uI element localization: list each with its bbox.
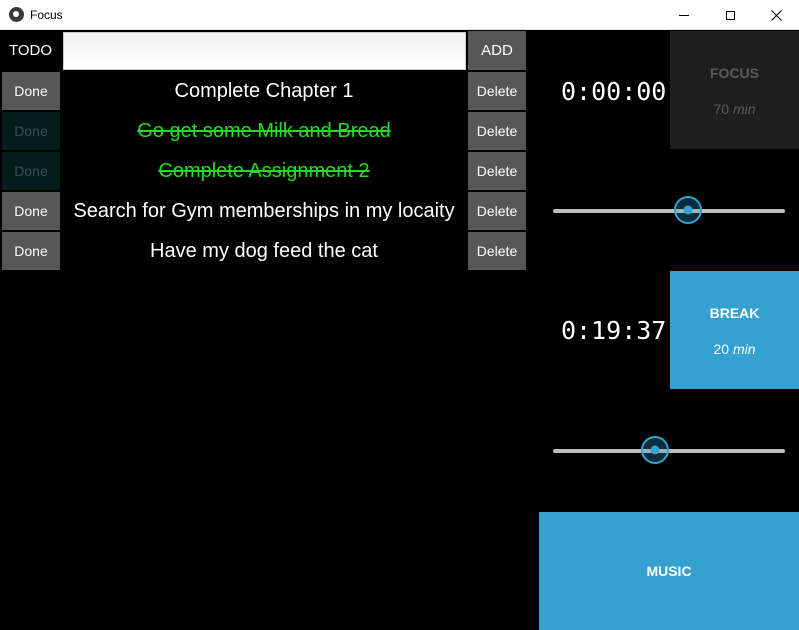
done-button[interactable]: Done (2, 192, 60, 230)
maximize-button[interactable] (707, 0, 753, 30)
close-icon (770, 9, 782, 21)
task-row: Done Go get some Milk and Bread Delete (0, 111, 530, 151)
done-button[interactable]: Done (2, 112, 60, 150)
done-button[interactable]: Done (2, 152, 60, 190)
break-minutes: 20 (713, 341, 730, 357)
break-slider-thumb[interactable] (641, 436, 670, 464)
music-button[interactable]: MUSIC (539, 512, 799, 630)
break-unit: min (732, 341, 756, 357)
task-row: Done Have my dog feed the cat Delete (0, 231, 530, 271)
break-duration: 20 min (670, 341, 799, 357)
app-logo-icon (9, 7, 24, 22)
focus-unit: min (732, 101, 756, 117)
focus-timer: 0:00:00 (561, 77, 667, 106)
add-button[interactable]: ADD (468, 31, 526, 70)
focus-slider-track (553, 209, 785, 213)
task-text: Complete Assignment 2 (158, 159, 370, 182)
todo-label: TODO (8, 42, 53, 59)
minimize-icon (679, 14, 689, 16)
break-button[interactable]: BREAK 20 min (670, 271, 799, 389)
break-title: BREAK (709, 305, 760, 321)
break-timer: 0:19:37 (561, 316, 667, 345)
delete-button[interactable]: Delete (468, 232, 526, 270)
focus-minutes: 70 (713, 101, 730, 117)
focus-duration: 70 min (670, 101, 799, 117)
task-text: Complete Chapter 1 (174, 79, 354, 102)
focus-slider-thumb[interactable] (673, 196, 702, 224)
close-button[interactable] (753, 0, 799, 30)
break-slider[interactable] (553, 436, 785, 466)
done-button[interactable]: Done (2, 72, 60, 110)
todo-input[interactable] (63, 32, 466, 70)
task-row: Done Complete Assignment 2 Delete (0, 151, 530, 191)
focus-title: FOCUS (710, 65, 759, 81)
minimize-button[interactable] (661, 0, 707, 30)
task-text: Go get some Milk and Bread (137, 119, 391, 142)
focus-button[interactable]: FOCUS 70 min (670, 31, 799, 149)
task-text: Have my dog feed the cat (150, 239, 378, 262)
task-row: Done Search for Gym memberships in my lo… (0, 191, 530, 231)
delete-button[interactable]: Delete (468, 72, 526, 110)
task-row: Done Complete Chapter 1 Delete (0, 71, 530, 111)
maximize-icon (725, 10, 735, 20)
task-text: Search for Gym memberships in my locaity (73, 199, 455, 222)
focus-slider[interactable] (553, 196, 785, 226)
delete-button[interactable]: Delete (468, 112, 526, 150)
delete-button[interactable]: Delete (468, 152, 526, 190)
window-title: Focus (30, 8, 63, 22)
delete-button[interactable]: Delete (468, 192, 526, 230)
done-button[interactable]: Done (2, 232, 60, 270)
window-titlebar: Focus (0, 0, 799, 30)
